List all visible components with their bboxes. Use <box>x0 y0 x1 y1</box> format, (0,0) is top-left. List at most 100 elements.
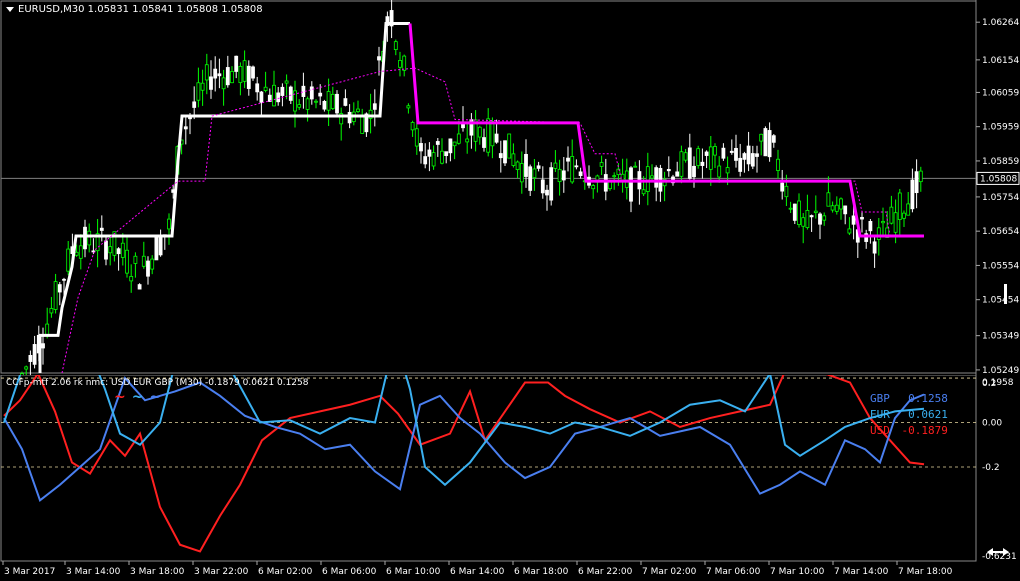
candle-body <box>125 249 129 274</box>
candle-body <box>490 121 495 147</box>
candle-body <box>624 170 629 188</box>
candle-body <box>431 152 436 167</box>
candle-body <box>721 147 726 159</box>
candle-body <box>419 143 423 152</box>
candle-body <box>335 93 339 114</box>
candle-body <box>507 133 512 159</box>
candle-body <box>843 205 848 215</box>
candle-body <box>280 86 285 96</box>
candle-body <box>599 162 604 167</box>
candle-body <box>692 165 696 178</box>
candle-body <box>515 161 520 170</box>
price-plot-frame <box>0 0 977 374</box>
candle-body <box>591 185 596 190</box>
candle-body <box>759 133 764 142</box>
price-level-label: 1.06264 <box>982 18 1019 28</box>
candle-body <box>767 130 772 158</box>
symbol-line: EURUSD,M30 1.05831 1.05841 1.05808 1.058… <box>18 4 263 15</box>
candle-body <box>792 203 797 221</box>
dropdown-triangle-icon[interactable] <box>6 6 14 12</box>
candle-body <box>398 60 402 68</box>
candle-body <box>217 73 222 77</box>
candle-body <box>897 192 902 220</box>
time-axis-label: 7 Mar 14:00 <box>834 567 889 577</box>
candle-body <box>167 218 171 230</box>
current-price-label: 1.05808 <box>980 174 1017 184</box>
currency-swatches: ~~~ <box>114 389 167 405</box>
candle-body <box>234 55 239 72</box>
candle-body <box>801 217 806 227</box>
time-axis-label: 6 Mar 14:00 <box>450 567 505 577</box>
candle-body <box>435 141 440 145</box>
indicator-chart[interactable]: 0.19580.20.00-0.2-0.62313 Mar 2017 3 Mar … <box>0 375 1020 581</box>
candle-body <box>822 215 827 221</box>
candle-body <box>87 230 92 246</box>
time-axis-label: 6 Mar 18:00 <box>514 567 569 577</box>
candle-body <box>343 98 348 106</box>
candle-body <box>830 205 835 211</box>
candle-body <box>574 165 579 168</box>
time-axis-label: 7 Mar 06:00 <box>706 567 761 577</box>
candle-body <box>242 60 247 82</box>
candle-body <box>448 138 453 154</box>
candle-body <box>477 126 482 138</box>
candle-body <box>309 86 314 100</box>
price-chart[interactable]: 1.06264 1.06154 1.06059 1.05959 1.05859 1.057… <box>0 0 1020 375</box>
candle-body <box>146 260 150 277</box>
indicator-scale-label: 0.2 <box>982 379 996 389</box>
candle-body <box>704 151 709 156</box>
candle-body <box>918 170 923 183</box>
candle-body <box>645 166 650 192</box>
candle-body <box>889 206 894 224</box>
candle-body <box>818 213 822 225</box>
candle-body <box>834 204 839 212</box>
candle-body <box>259 91 264 103</box>
candle-body <box>524 153 528 177</box>
candle-body <box>881 221 885 224</box>
price-level-label: 1.05859 <box>982 157 1019 167</box>
candle-body <box>511 153 516 166</box>
candle-body <box>809 215 814 218</box>
candle-body <box>427 149 432 157</box>
resize-grip-icon[interactable] <box>987 548 1009 556</box>
chart-shift-marker[interactable] <box>1004 284 1007 304</box>
indicator-header: CCFp-mtf 2.06 rk nmc: USD EUR GBP (M30) … <box>6 378 309 388</box>
candle-body <box>902 212 906 219</box>
candle-body <box>225 67 230 86</box>
symbol-header: EURUSD,M30 1.05831 1.05841 1.05808 1.058… <box>6 4 263 15</box>
candle-body <box>377 56 381 61</box>
price-level-label: 1.05554 <box>982 261 1019 271</box>
time-axis-label: 6 Mar 22:00 <box>578 567 633 577</box>
time-axis-label: 7 Mar 18:00 <box>898 567 953 577</box>
indicator-scale-label: 0.00 <box>982 419 1002 429</box>
candle-body <box>154 237 159 261</box>
candle-body <box>221 77 226 90</box>
candle-body <box>780 182 785 192</box>
candle-body <box>137 284 142 290</box>
candle-body <box>813 210 818 213</box>
price-level-label: 1.05754 <box>982 193 1019 203</box>
candle-body <box>561 170 566 181</box>
candle-body <box>666 169 671 172</box>
candle-body <box>683 152 688 161</box>
candle-body <box>679 151 684 177</box>
candle-body <box>738 157 743 172</box>
candle-body <box>675 171 680 177</box>
candle-body <box>578 171 583 177</box>
candle-body <box>326 91 331 111</box>
time-axis-label: 7 Mar 02:00 <box>642 567 697 577</box>
candle-body <box>32 344 37 365</box>
legend-gbp-name: GBP <box>870 392 890 405</box>
candle-body <box>104 240 108 260</box>
candle-body <box>200 82 205 91</box>
candle-body <box>360 116 365 134</box>
candle-body <box>393 41 398 50</box>
candle-body <box>805 209 810 228</box>
candle-body <box>246 65 251 89</box>
candle-body <box>872 241 877 254</box>
price-level-label: 1.05959 <box>982 123 1019 133</box>
candle-body <box>108 246 113 254</box>
legend-usd-name: USD <box>870 424 890 437</box>
candle-body <box>276 92 281 103</box>
candle-body <box>532 168 537 179</box>
